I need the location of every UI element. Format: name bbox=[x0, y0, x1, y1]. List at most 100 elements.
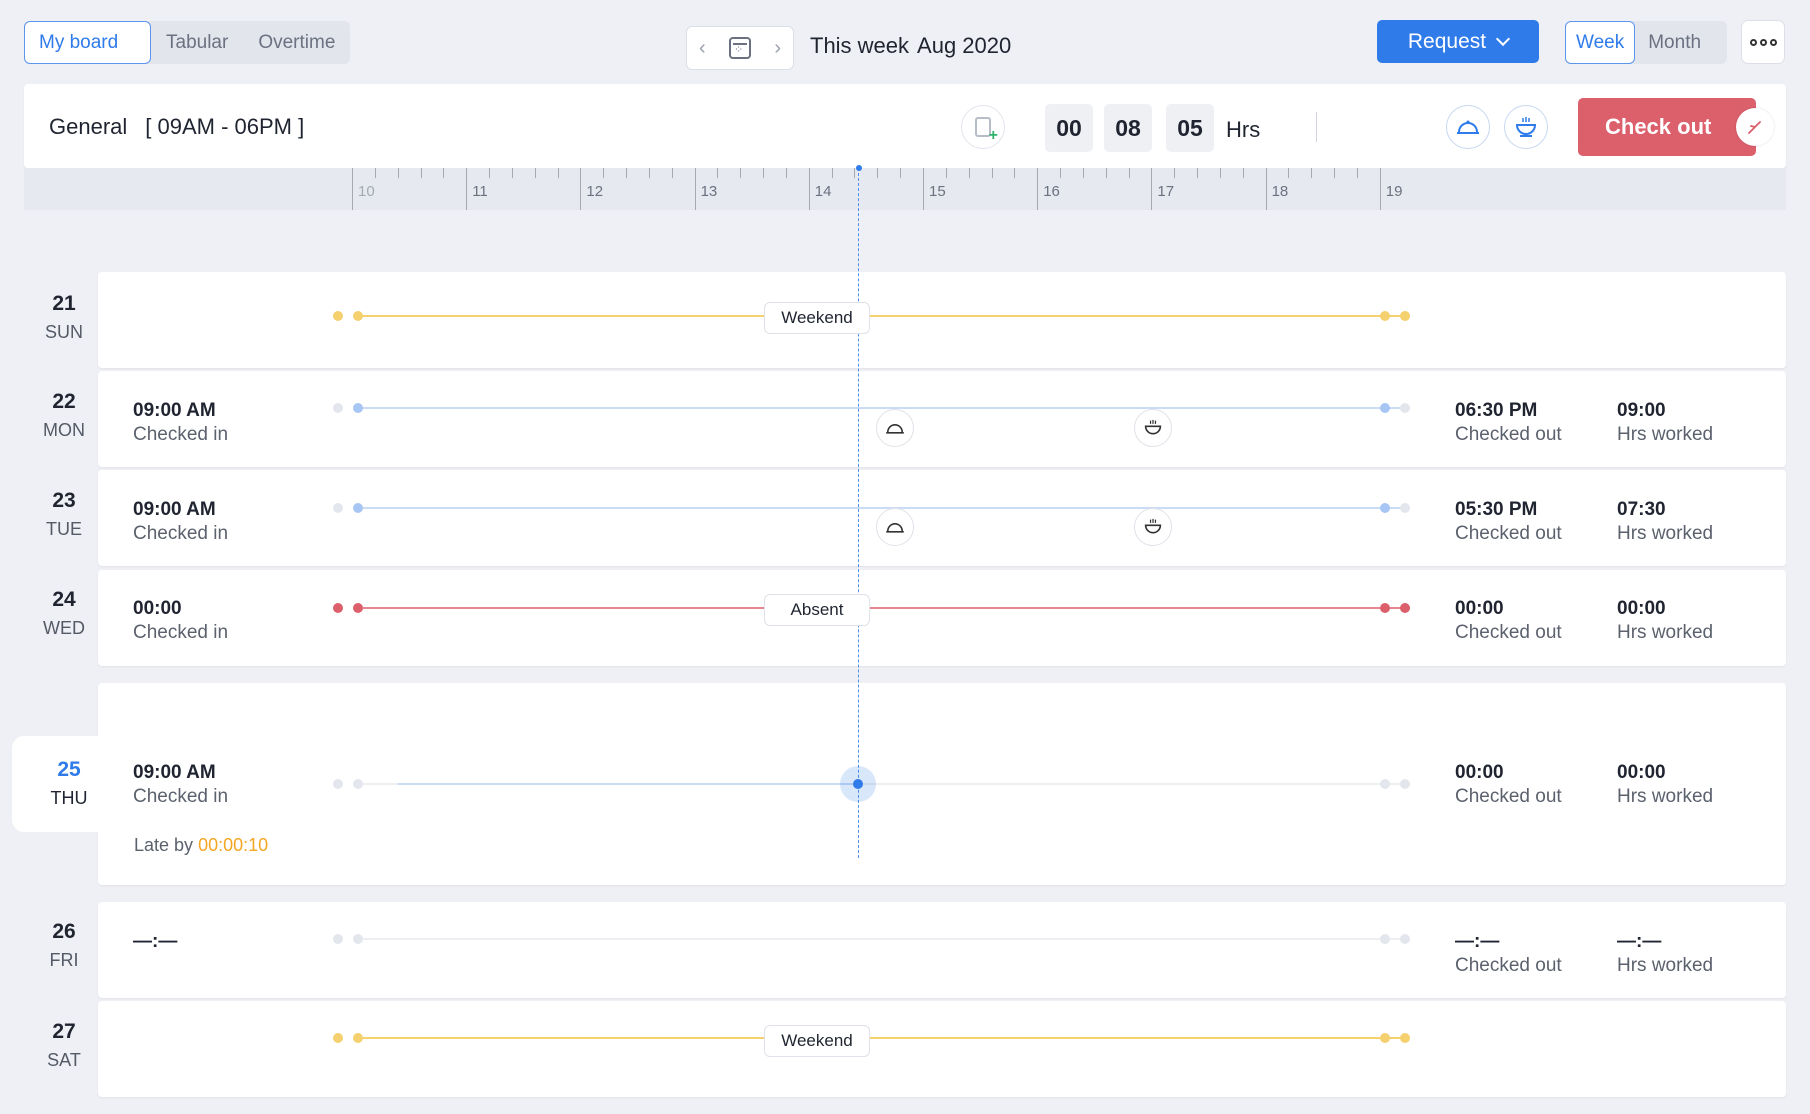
ruler-minor-tick bbox=[1174, 168, 1176, 178]
tab-tabular[interactable]: Tabular bbox=[151, 21, 243, 64]
hours-worked-label: Hrs worked bbox=[1617, 786, 1714, 807]
checkout-label: Checked out bbox=[1455, 424, 1562, 445]
timeline-progress bbox=[398, 783, 858, 785]
shift-bar: General [ 09AM - 06PM ] 00 08 05 Hrs Chec… bbox=[24, 84, 1786, 168]
hours-worked: 09:00 bbox=[1617, 400, 1666, 421]
add-note-button[interactable] bbox=[961, 105, 1005, 149]
ruler-hour-label: 11 bbox=[472, 183, 488, 200]
coffee-break-marker[interactable] bbox=[1134, 409, 1172, 447]
ruler-major-tick bbox=[1379, 168, 1381, 210]
lunch-break-button[interactable] bbox=[1446, 105, 1490, 149]
ruler-minor-tick bbox=[1356, 168, 1358, 178]
tab-my-board[interactable]: My board bbox=[24, 21, 151, 64]
check-out-gesture-icon[interactable] bbox=[1736, 108, 1774, 146]
ruler-major-tick bbox=[1037, 168, 1039, 210]
prev-period-button[interactable]: ‹ bbox=[699, 37, 706, 60]
ruler-minor-tick bbox=[1105, 168, 1107, 178]
hours-worked-label: Hrs worked bbox=[1617, 622, 1714, 643]
tab-overtime[interactable]: Overtime bbox=[243, 21, 350, 64]
checkout-label: Checked out bbox=[1455, 955, 1562, 976]
board-view-switch: My board Tabular Overtime bbox=[24, 21, 351, 64]
coffee-break-button[interactable] bbox=[1504, 105, 1548, 149]
checkout-time: 05:30 PM bbox=[1455, 499, 1538, 520]
hours-worked: 00:00 bbox=[1617, 762, 1666, 783]
checkin-label: Checked in bbox=[133, 523, 229, 544]
shift-name: General [ 09AM - 06PM ] bbox=[49, 114, 304, 140]
tab-week[interactable]: Week bbox=[1565, 21, 1636, 64]
current-time-marker[interactable] bbox=[853, 779, 863, 789]
hours-worked-label: Hrs worked bbox=[1617, 523, 1714, 544]
ruler-minor-tick bbox=[945, 168, 947, 178]
lunch-break-marker[interactable] bbox=[876, 409, 914, 447]
timeline-dot bbox=[353, 779, 363, 789]
day-of-week: MON bbox=[43, 420, 85, 440]
ruler-minor-tick bbox=[717, 168, 719, 178]
ruler-major-tick bbox=[923, 168, 924, 210]
day-number: 24 bbox=[52, 588, 76, 611]
timeline-line bbox=[363, 938, 1410, 940]
check-out-button[interactable]: Check out bbox=[1578, 98, 1756, 156]
ruler-major-tick bbox=[466, 168, 468, 210]
ruler-hour-label: 17 bbox=[1157, 183, 1175, 200]
day-of-week: FRI bbox=[49, 950, 79, 970]
checkout-time: —:— bbox=[1455, 931, 1500, 952]
timeline-dot bbox=[333, 311, 343, 321]
day-label-27: 27 SAT bbox=[23, 1020, 105, 1071]
day-number: 22 bbox=[52, 390, 76, 413]
timeline-dot bbox=[1400, 503, 1410, 513]
swipe-icon bbox=[1748, 121, 1761, 134]
food-cloche-icon bbox=[886, 523, 904, 533]
lunch-break-marker[interactable] bbox=[876, 508, 914, 546]
period-navigator: ‹ › bbox=[686, 26, 794, 70]
coffee-break-marker[interactable] bbox=[1134, 508, 1172, 546]
day-label-25: 25 THU bbox=[28, 758, 110, 809]
check-out-label: Check out bbox=[1605, 114, 1712, 139]
shift-name-label: General bbox=[49, 114, 128, 139]
calendar-icon[interactable] bbox=[729, 37, 751, 59]
coffee-cup-icon bbox=[1515, 117, 1537, 137]
day-label-21: 21 SUN bbox=[23, 292, 105, 343]
ruler-minor-tick bbox=[740, 168, 742, 178]
timeline-line bbox=[363, 607, 1410, 609]
hours-worked-label: Hrs worked bbox=[1617, 955, 1714, 976]
day-number: 26 bbox=[52, 920, 76, 943]
timeline-dot bbox=[333, 1033, 343, 1043]
ruler-minor-tick bbox=[374, 168, 376, 178]
more-options-button[interactable] bbox=[1741, 20, 1785, 64]
current-time-ruler-dot bbox=[856, 165, 862, 171]
timeline-dot bbox=[353, 1033, 363, 1043]
day-of-week: SAT bbox=[47, 1050, 81, 1070]
current-time-line bbox=[858, 168, 859, 858]
ruler-minor-tick bbox=[1311, 168, 1313, 178]
timeline-dot bbox=[1380, 311, 1390, 321]
ruler-hour-label: 19 bbox=[1385, 183, 1403, 200]
request-dropdown-button[interactable]: Request bbox=[1377, 20, 1539, 63]
checkin-label: Checked in bbox=[133, 786, 229, 807]
period-month: Aug 2020 bbox=[917, 33, 1012, 58]
timer-hours: 00 bbox=[1045, 104, 1093, 152]
status-badge-weekend: Weekend bbox=[764, 302, 870, 334]
period-label: This week bbox=[810, 33, 910, 58]
timeline-dot bbox=[1380, 779, 1390, 789]
day-of-week: WED bbox=[43, 618, 85, 638]
day-label-26: 26 FRI bbox=[23, 920, 105, 971]
day-row-27 bbox=[98, 1001, 1786, 1097]
checkout-time: 00:00 bbox=[1455, 762, 1504, 783]
status-badge-weekend: Weekend bbox=[764, 1025, 870, 1057]
tab-month[interactable]: Month bbox=[1635, 21, 1714, 64]
ruler-hour-label: 14 bbox=[814, 183, 832, 200]
day-label-22: 22 MON bbox=[23, 390, 105, 441]
timeline-dot bbox=[1380, 934, 1390, 944]
ruler-minor-tick bbox=[785, 168, 787, 178]
ruler-hour-label: 16 bbox=[1043, 183, 1060, 200]
ruler-minor-tick bbox=[443, 168, 445, 178]
coffee-cup-icon bbox=[1144, 419, 1162, 435]
ruler-minor-tick bbox=[1334, 168, 1336, 178]
next-period-button[interactable]: › bbox=[774, 37, 781, 60]
ruler-minor-tick bbox=[1197, 168, 1199, 178]
checkin-time: 09:00 AM bbox=[133, 762, 216, 783]
checkin-label: Checked in bbox=[133, 622, 229, 643]
ruler-minor-tick bbox=[854, 168, 856, 178]
checkin-time: 09:00 AM bbox=[133, 499, 216, 520]
ruler-major-tick bbox=[580, 168, 582, 210]
